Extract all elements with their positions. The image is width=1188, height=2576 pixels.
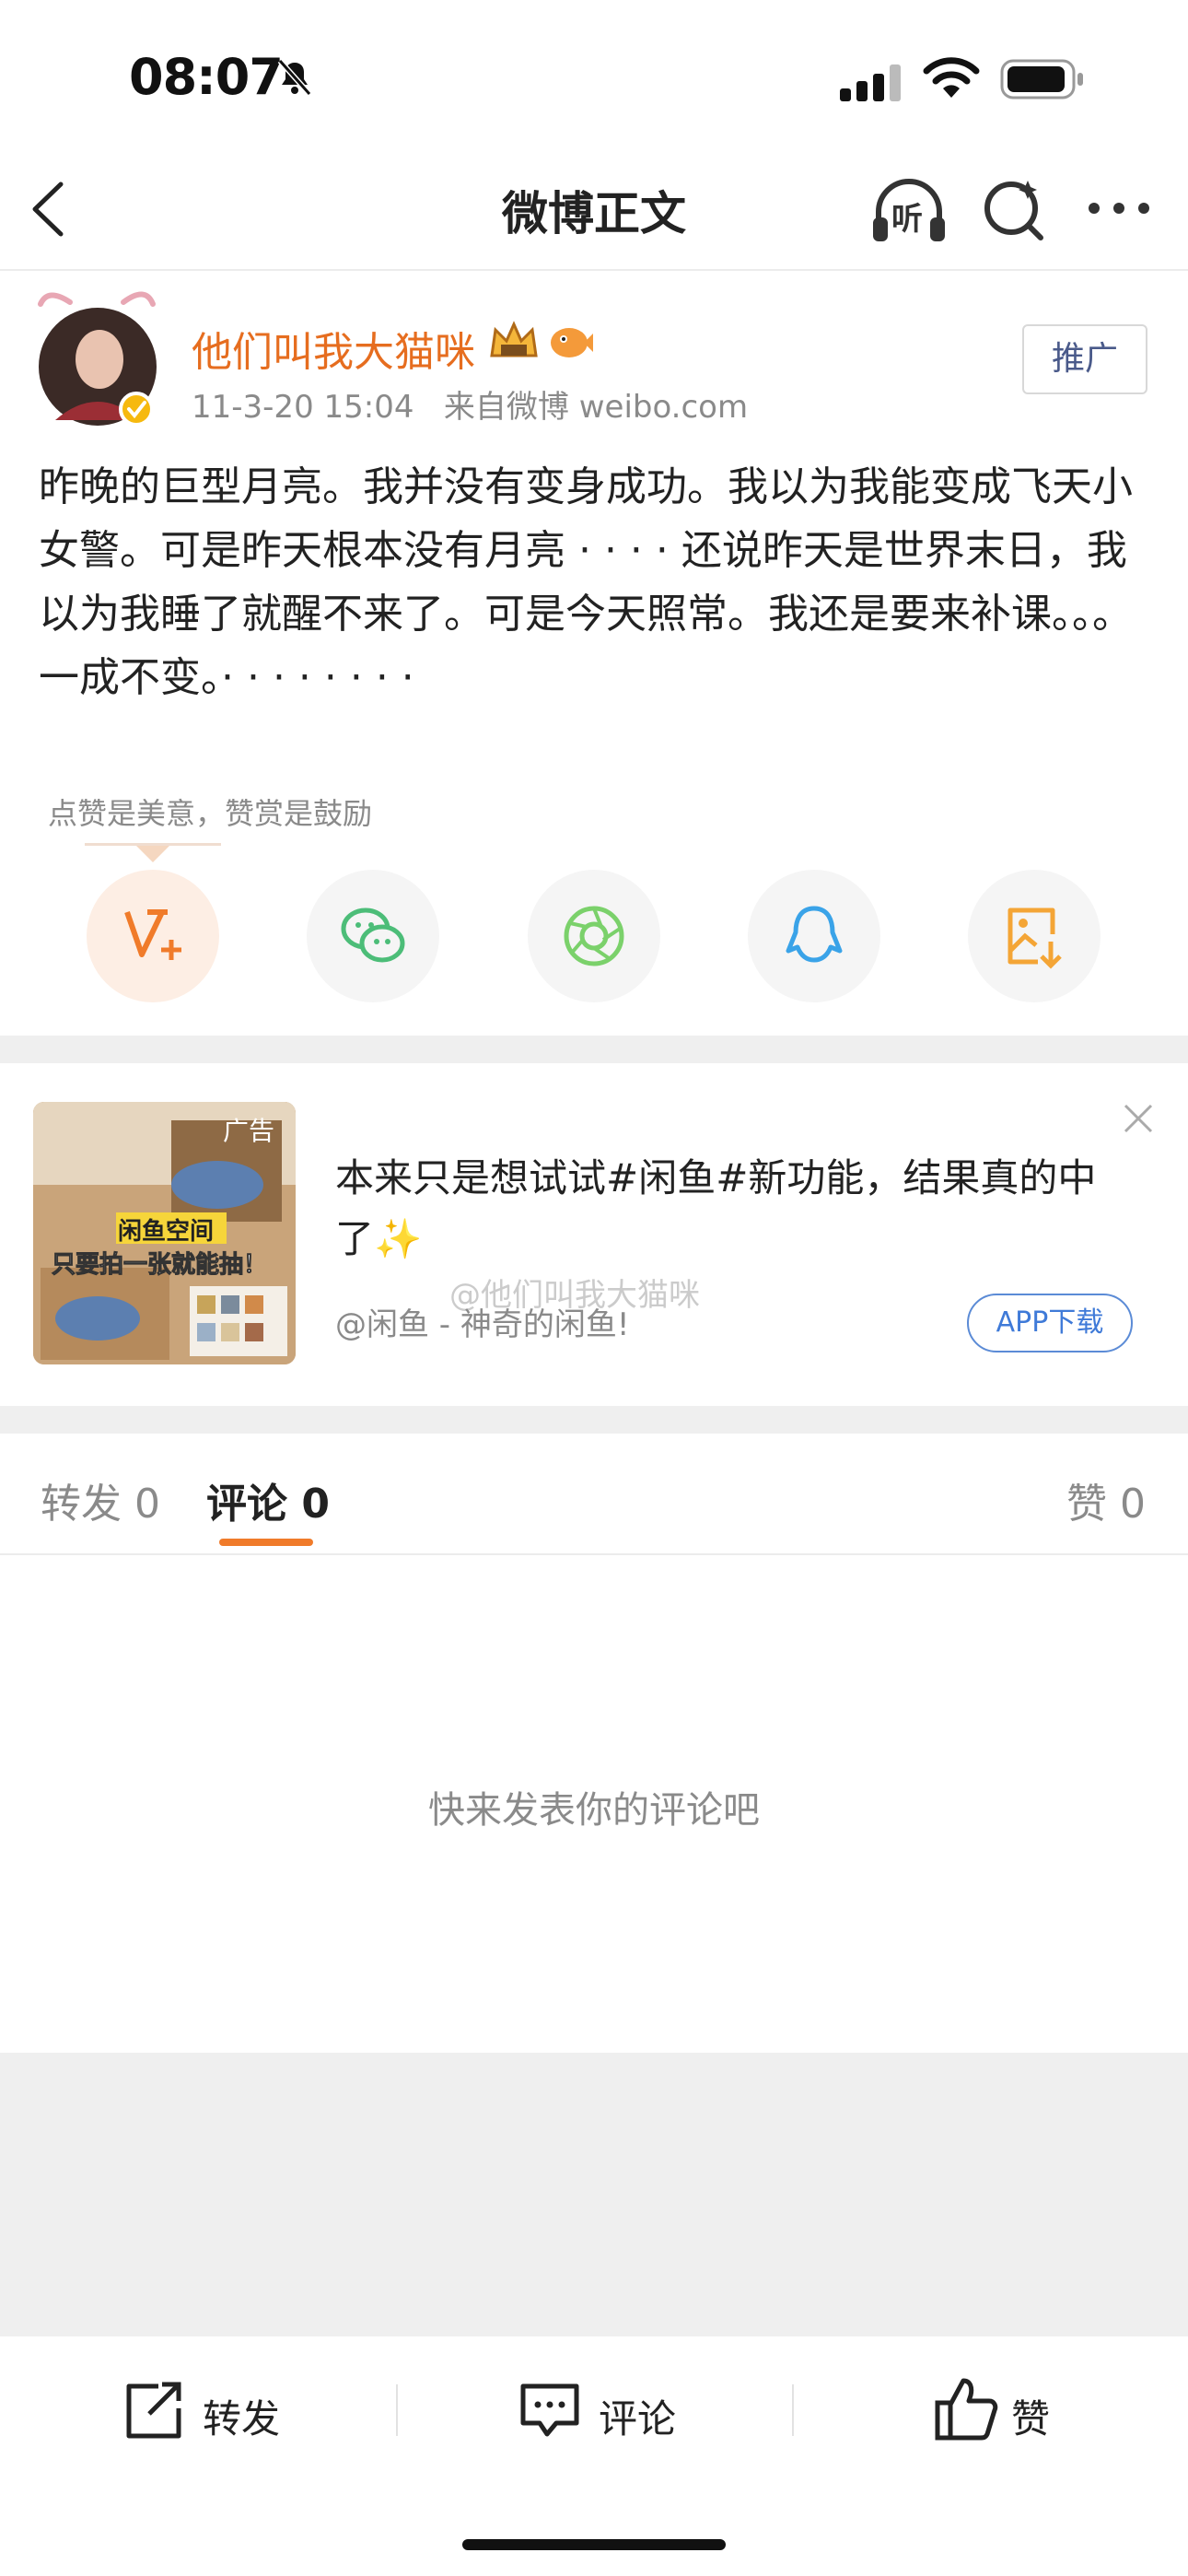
username[interactable]: 他们叫我大猫咪: [192, 319, 475, 378]
signal-icon: [840, 63, 904, 105]
crown-badge-icon: [488, 319, 540, 369]
ad-thumb-caption: 闲鱼空间: [118, 1218, 215, 1246]
ad-source: @闲鱼 - 神奇的闲鱼!: [335, 1306, 630, 1343]
bottom-separator: [396, 2384, 398, 2436]
ad-badge: 广告: [223, 1116, 275, 1146]
tabs-divider: [0, 1553, 1188, 1555]
reward-tip-caret: [136, 846, 169, 862]
ad-thumbnail[interactable]: 闲鱼空间 只要拍一张就能抽！ 广告: [33, 1102, 296, 1364]
ad-text[interactable]: 本来只是想试试#闲鱼#新功能，结果真的中了✨: [335, 1148, 1127, 1270]
app-download-button[interactable]: APP下载: [967, 1294, 1133, 1352]
share-moments-button[interactable]: [528, 870, 660, 1002]
empty-comments-hint: 快来发表你的评论吧: [428, 1789, 760, 1832]
wifi-icon: [923, 57, 980, 103]
more-icon: [1089, 203, 1149, 214]
footer-gray-area: [0, 2053, 1188, 2336]
save-image-icon: [1007, 907, 1062, 969]
comment-icon: [519, 2381, 580, 2445]
post-meta: 11-3-20 15:04 来自微博 weibo.com: [192, 389, 749, 426]
close-icon: [1124, 1104, 1153, 1133]
like-button[interactable]: 赞: [1011, 2388, 1050, 2444]
repost-icon: [122, 2381, 186, 2445]
reward-tip: 点赞是美意，赞赏是鼓励: [48, 796, 373, 831]
search-button[interactable]: [982, 177, 1046, 247]
bell-slash-icon: [274, 57, 315, 101]
status-time: 08:07: [129, 48, 284, 106]
fish-badge-icon: [547, 321, 593, 367]
home-indicator: [462, 2539, 726, 2550]
reward-button[interactable]: [87, 870, 219, 1002]
section-separator: [0, 1036, 1188, 1063]
listen-label: 听: [891, 201, 923, 238]
moments-icon: [564, 906, 624, 966]
battery-icon: [1000, 59, 1085, 103]
post-text: 昨晚的巨型月亮。我并没有变身成功。我以为我能变成飞天小女警。可是昨天根本没有月亮…: [39, 463, 1133, 701]
listen-button[interactable]: 听: [869, 175, 949, 249]
promote-button[interactable]: 推广: [1022, 324, 1147, 394]
tab-active-indicator: [219, 1539, 313, 1546]
tab-like[interactable]: 赞 0: [1066, 1470, 1146, 1529]
qq-icon: [786, 906, 843, 963]
comment-button[interactable]: 评论: [599, 2388, 676, 2444]
more-button[interactable]: [1087, 199, 1151, 221]
share-qq-button[interactable]: [748, 870, 880, 1002]
like-icon: [934, 2375, 998, 2445]
reward-icon: [124, 909, 181, 960]
share-wechat-button[interactable]: [307, 870, 439, 1002]
avatar[interactable]: [28, 282, 166, 442]
save-image-button[interactable]: [968, 870, 1101, 1002]
tab-comment[interactable]: 评论 0: [206, 1470, 330, 1529]
search-icon: [984, 181, 1043, 240]
ad-close-button[interactable]: [1120, 1100, 1157, 1141]
section-separator: [0, 1406, 1188, 1434]
repost-button[interactable]: 转发: [203, 2388, 280, 2444]
nav-divider: [0, 269, 1188, 271]
tab-repost[interactable]: 转发 0: [41, 1470, 160, 1529]
ad-thumb-caption-2: 只要拍一张就能抽！: [51, 1251, 268, 1280]
bottom-separator: [792, 2384, 794, 2436]
wechat-icon: [341, 907, 405, 963]
